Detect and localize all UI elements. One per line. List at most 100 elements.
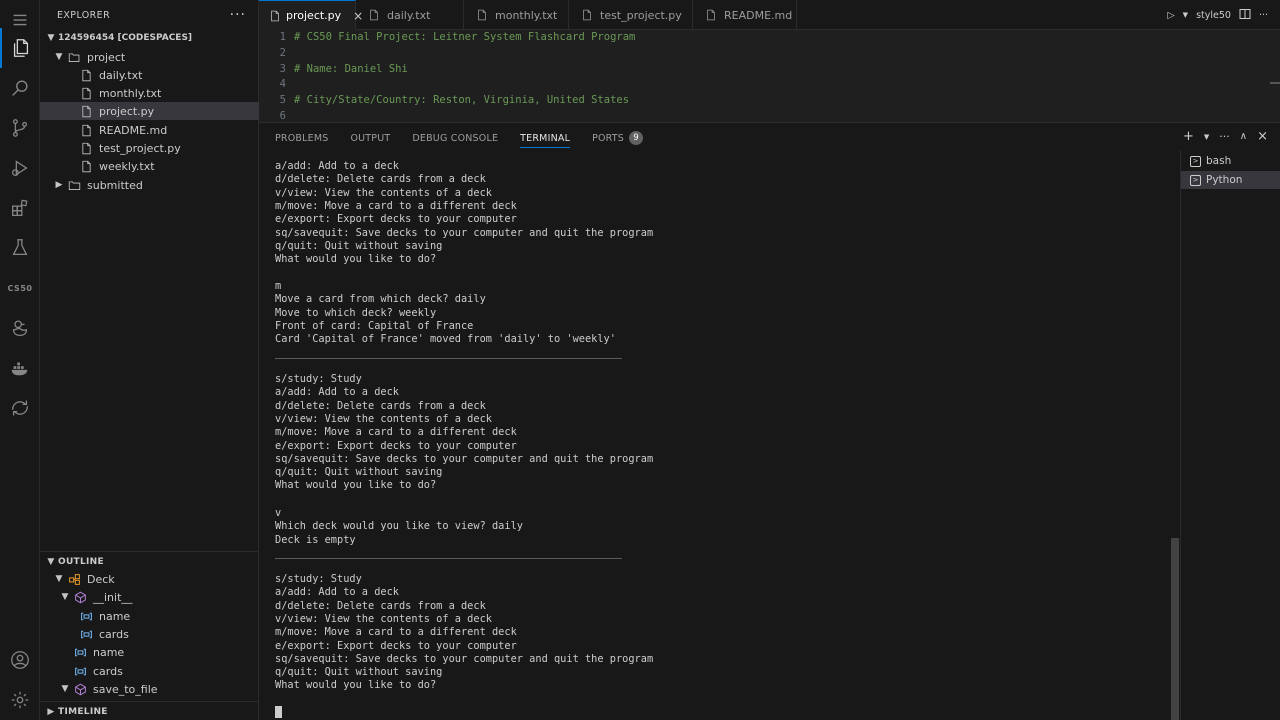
tab-readme-md[interactable]: README.md — [693, 0, 797, 30]
tree-item-label: daily.txt — [99, 68, 143, 82]
terminal-output[interactable]: a/add: Add to a deck d/delete: Delete car… — [275, 157, 1175, 718]
tab-ports-label: PORTS — [592, 132, 625, 144]
tree-item-label: submitted — [87, 178, 143, 192]
terminal-line: m/move: Move a card to a different deck — [275, 626, 517, 639]
line-number: 5 — [279, 94, 286, 106]
run-debug-icon[interactable] — [0, 148, 40, 188]
maximize-panel-icon[interactable]: ∧ — [1240, 131, 1247, 142]
field-symbol-icon — [72, 663, 88, 679]
terminal-list: > bash > Python — [1180, 150, 1280, 720]
tree-file-project-py[interactable]: project.py — [40, 102, 259, 120]
outline-item-init[interactable]: ▼ __init__ — [40, 588, 259, 606]
terminal-line: Move to which deck? weekly — [275, 306, 437, 319]
outline-item-deck[interactable]: ▼ Deck — [40, 570, 259, 588]
terminal-separator — [275, 558, 622, 559]
outline-item-name-field[interactable]: name — [40, 607, 259, 625]
tree-file-daily[interactable]: daily.txt — [40, 66, 259, 84]
panel-actions: + ▼ ··· ∧ × — [1183, 129, 1268, 144]
timeline-header[interactable]: ▶ TIMELINE — [40, 701, 259, 720]
more-actions-icon[interactable]: ··· — [1259, 10, 1268, 21]
line-number: 3 — [279, 63, 286, 75]
tab-debug-console[interactable]: DEBUG CONSOLE — [412, 123, 498, 153]
code-line: 1 # CS50 Final Project: Leitner System F… — [259, 30, 636, 45]
split-editor-icon[interactable] — [1239, 8, 1251, 23]
file-icon — [366, 7, 382, 23]
tree-file-monthly[interactable]: monthly.txt — [40, 84, 259, 102]
tab-project-py[interactable]: project.py × — [259, 0, 363, 30]
run-icon[interactable]: ▷ — [1167, 10, 1174, 21]
docker-icon[interactable] — [0, 348, 40, 388]
panel-tab-bar: PROBLEMS OUTPUT DEBUG CONSOLE TERMINAL P… — [259, 123, 644, 153]
terminal-line: s/study: Study — [275, 573, 362, 585]
outline-item-cards[interactable]: cards — [40, 662, 259, 680]
outline-item-name[interactable]: name — [40, 643, 259, 661]
timeline-title: TIMELINE — [58, 706, 108, 717]
chevron-down-icon[interactable]: ▼ — [1183, 11, 1188, 19]
terminal-line: a/add: Add to a deck — [275, 386, 399, 399]
explorer-icon[interactable] — [0, 28, 40, 68]
terminal-line: Front of card: Capital of France — [275, 319, 474, 332]
file-icon — [579, 7, 595, 23]
folder-open-icon — [66, 49, 82, 65]
terminal-line: sq/savequit: Save decks to your computer… — [275, 652, 654, 665]
extensions-icon[interactable] — [0, 188, 40, 228]
terminal-line: d/delete: Delete cards from a deck — [275, 599, 486, 612]
tab-problems[interactable]: PROBLEMS — [275, 123, 328, 153]
tab-terminal[interactable]: TERMINAL — [520, 123, 570, 153]
account-icon[interactable] — [0, 640, 40, 680]
cs50-icon[interactable]: CS50 — [0, 268, 40, 308]
tree-folder-project[interactable]: ▼ project — [40, 48, 259, 66]
testing-icon[interactable] — [0, 228, 40, 268]
outline-item-cards-field[interactable]: cards — [40, 625, 259, 643]
terminal-line: a/add: Add to a deck — [275, 586, 399, 599]
terminal-item-bash[interactable]: > bash — [1181, 152, 1280, 170]
settings-gear-icon[interactable] — [0, 680, 40, 720]
tab-daily-txt[interactable]: daily.txt — [356, 0, 464, 30]
tree-file-test-project[interactable]: test_project.py — [40, 139, 259, 157]
terminal-line: Move a card from which deck? daily — [275, 293, 486, 306]
style50-button[interactable]: style50 — [1196, 10, 1231, 21]
code-editor[interactable]: 1 # CS50 Final Project: Leitner System F… — [259, 30, 1280, 122]
explorer-header: EXPLORER ··· — [40, 0, 258, 30]
terminal-icon: > — [1190, 174, 1201, 186]
tree-item-label: project.py — [99, 104, 155, 118]
outline-item-label: __init__ — [93, 590, 133, 604]
tab-label: README.md — [724, 8, 793, 22]
new-terminal-icon[interactable]: + — [1183, 129, 1194, 144]
line-number: 2 — [279, 47, 286, 59]
remote-explorer-icon[interactable] — [0, 388, 40, 428]
search-icon[interactable] — [0, 68, 40, 108]
duck-icon[interactable] — [0, 308, 40, 348]
tab-monthly-txt[interactable]: monthly.txt — [464, 0, 569, 30]
tab-label: monthly.txt — [495, 8, 558, 22]
terminal-item-python[interactable]: > Python — [1181, 171, 1280, 189]
outline-header[interactable]: ▼ OUTLINE — [40, 551, 259, 571]
class-symbol-icon — [66, 571, 82, 587]
more-actions-icon[interactable]: ··· — [230, 7, 246, 23]
minimap-indicator — [1270, 82, 1280, 84]
tab-ports[interactable]: PORTS 9 — [592, 123, 644, 153]
workspace-root[interactable]: ▼ 124596454 [CODESPACES] — [40, 29, 259, 47]
terminal-scrollbar[interactable] — [1171, 538, 1179, 720]
terminal-line: What would you like to do? — [275, 679, 437, 692]
ports-count-badge: 9 — [629, 131, 644, 145]
terminal-line: Which deck would you like to view? daily — [275, 520, 523, 533]
method-symbol-icon — [72, 681, 88, 697]
code-line: 6 — [259, 108, 294, 122]
source-control-icon[interactable] — [0, 108, 40, 148]
terminal-icon: > — [1190, 155, 1201, 167]
outline-item-save-to-file[interactable]: ▼ save_to_file — [40, 680, 259, 698]
tree-file-readme[interactable]: README.md — [40, 121, 259, 139]
tab-test-project-py[interactable]: test_project.py — [569, 0, 693, 30]
tree-file-weekly[interactable]: weekly.txt — [40, 157, 259, 175]
editor-actions: ▷ ▼ style50 ··· — [1167, 0, 1280, 30]
more-actions-icon[interactable]: ··· — [1219, 130, 1230, 143]
tab-output[interactable]: OUTPUT — [350, 123, 390, 153]
terminal-line: q/quit: Quit without saving — [275, 666, 443, 679]
file-icon — [269, 8, 281, 24]
tree-folder-submitted[interactable]: ▶ submitted — [40, 176, 259, 194]
close-panel-icon[interactable]: × — [1257, 129, 1268, 144]
chevron-down-icon[interactable]: ▼ — [1204, 133, 1209, 141]
outline-item-label: cards — [93, 664, 123, 678]
method-symbol-icon — [72, 589, 88, 605]
